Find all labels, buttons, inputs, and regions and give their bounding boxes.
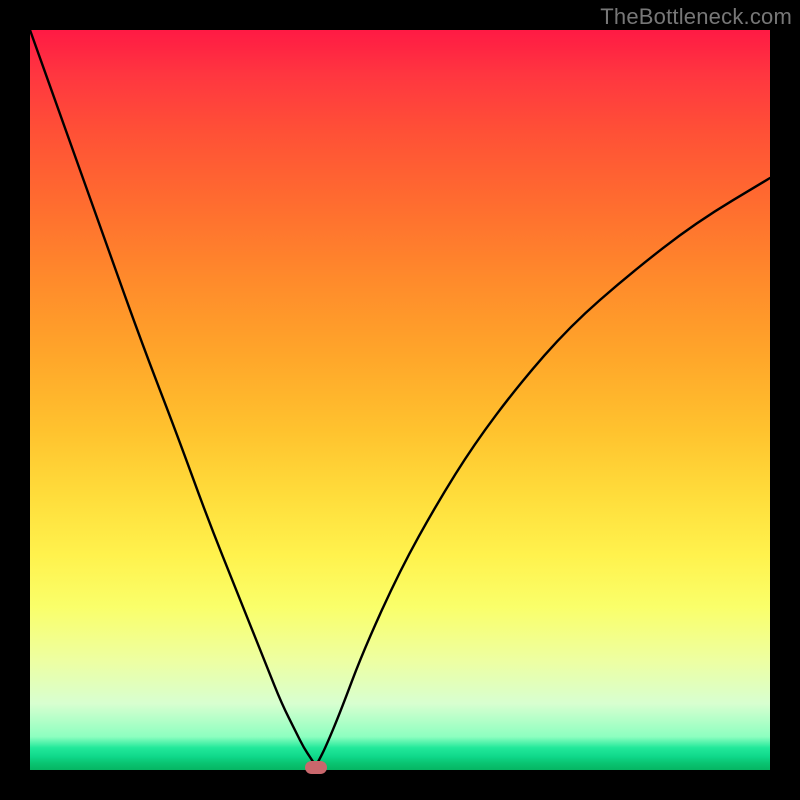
bottleneck-curve: [30, 30, 770, 770]
attribution-label: TheBottleneck.com: [600, 4, 792, 30]
optimal-point-marker: [305, 761, 327, 774]
plot-area: [30, 30, 770, 770]
chart-frame: TheBottleneck.com: [0, 0, 800, 800]
